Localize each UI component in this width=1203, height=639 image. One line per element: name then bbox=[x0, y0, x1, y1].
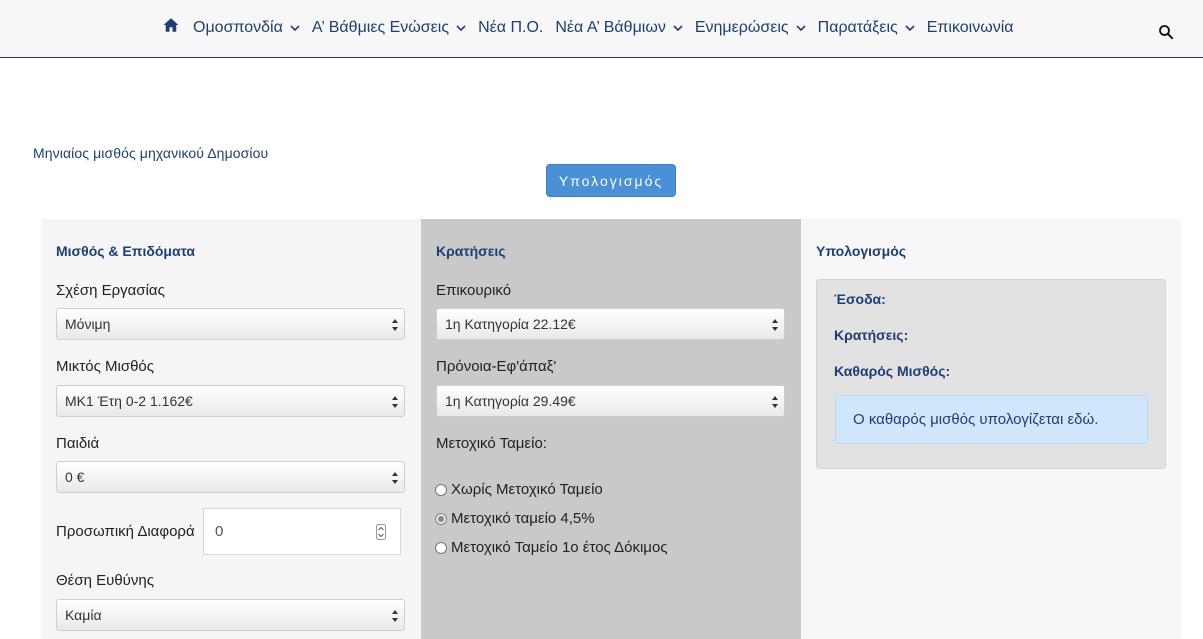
chevron-down-icon bbox=[905, 25, 915, 32]
select-value: 0 € bbox=[65, 469, 85, 485]
calculation-panel: Υπολογισμός Έσοδα: Κρατήσεις: Καθαρός Μι… bbox=[801, 219, 1181, 639]
auxiliary-select[interactable]: 1η Κατηγορία 22.12€ bbox=[436, 308, 785, 340]
nav-item-federation[interactable]: Ομοσπονδία bbox=[193, 19, 300, 37]
nav-item-label: Νέα Α’ Βάθμιων bbox=[555, 19, 666, 36]
radio-fund-first-year[interactable]: Μετοχικό Ταμείο 1ο έτος Δόκιμος bbox=[435, 539, 668, 556]
net-salary-label: Καθαρός Μισθός: bbox=[834, 363, 951, 379]
nav-item-contact[interactable]: Επικοινωνία bbox=[927, 19, 1014, 37]
result-box: Έσοδα: Κρατήσεις: Καθαρός Μισθός: Ο καθα… bbox=[816, 279, 1166, 469]
personal-difference-label: Προσωπική Διαφορά bbox=[56, 523, 195, 540]
children-label: Παιδιά bbox=[56, 435, 100, 452]
select-arrows-icon bbox=[392, 472, 398, 484]
salary-allowances-panel: Μισθός & Επιδόματα Σχέση Εργασίας Μόνιμη… bbox=[41, 219, 421, 639]
select-value: ΜΚ1 Έτη 0-2 1.162€ bbox=[65, 393, 193, 409]
select-arrows-icon bbox=[772, 396, 778, 408]
radio-label: Χωρίς Μετοχικό Ταμείο bbox=[451, 481, 603, 498]
personal-difference-input[interactable]: 0 bbox=[203, 508, 401, 555]
select-arrows-icon bbox=[392, 319, 398, 331]
deductions-panel: Κρατήσεις Επικουρικό 1η Κατηγορία 22.12€… bbox=[421, 219, 801, 639]
select-arrows-icon bbox=[772, 319, 778, 331]
gross-salary-label: Μικτός Μισθός bbox=[56, 358, 154, 375]
income-label: Έσοδα: bbox=[834, 291, 886, 307]
pronoia-label: Πρόνοια-Εφ'άπαξ' bbox=[436, 358, 557, 375]
select-value: 1η Κατηγορία 29.49€ bbox=[445, 393, 576, 409]
top-navbar: Ομοσπονδία Α’ Βάθμιες Ενώσεις Νέα Π.Ο. Ν… bbox=[0, 0, 1203, 58]
chevron-down-icon bbox=[290, 25, 300, 32]
nav-item-label: Α’ Βάθμιες Ενώσεις bbox=[311, 19, 450, 36]
children-select[interactable]: 0 € bbox=[56, 461, 405, 493]
deductions-label: Κρατήσεις: bbox=[834, 327, 909, 343]
select-arrows-icon bbox=[392, 610, 398, 622]
select-value: 1η Κατηγορία 22.12€ bbox=[445, 316, 576, 332]
position-label: Θέση Ευθύνης bbox=[56, 572, 154, 589]
nav-item-news-po[interactable]: Νέα Π.Ο. bbox=[478, 19, 543, 37]
nav-item-label: Παρατάξεις bbox=[817, 19, 898, 36]
nav-item-unions[interactable]: Α’ Βάθμιες Ενώσεις bbox=[312, 19, 466, 37]
select-value: Καμία bbox=[65, 607, 102, 623]
auxiliary-label: Επικουρικό bbox=[436, 282, 512, 299]
radio-button[interactable] bbox=[435, 541, 447, 554]
nav-item-label: Ενημερώσεις bbox=[694, 19, 789, 36]
home-icon[interactable] bbox=[162, 16, 180, 34]
input-value: 0 bbox=[215, 523, 224, 540]
gross-salary-select[interactable]: ΜΚ1 Έτη 0-2 1.162€ bbox=[56, 385, 405, 417]
section-title: Κρατήσεις bbox=[436, 243, 506, 259]
radio-no-fund[interactable]: Χωρίς Μετοχικό Ταμείο bbox=[435, 481, 603, 498]
section-title: Μισθός & Επιδόματα bbox=[56, 243, 196, 259]
share-fund-label: Μετοχικό Ταμείο: bbox=[436, 435, 547, 452]
select-value: Μόνιμη bbox=[65, 316, 111, 332]
pronoia-select[interactable]: 1η Κατηγορία 29.49€ bbox=[436, 385, 785, 417]
radio-fund-4-5[interactable]: Μετοχικό ταμείο 4,5% bbox=[435, 510, 595, 527]
search-icon[interactable] bbox=[1157, 23, 1175, 41]
section-title: Υπολογισμός bbox=[816, 243, 907, 259]
radio-label: Μετοχικό ταμείο 4,5% bbox=[451, 510, 595, 527]
calculate-button[interactable]: Υπολογισμός bbox=[546, 164, 676, 197]
employment-label: Σχέση Εργασίας bbox=[56, 282, 165, 299]
radio-button[interactable] bbox=[435, 512, 447, 525]
position-select[interactable]: Καμία bbox=[56, 599, 405, 631]
nav-item-news-unions[interactable]: Νέα Α’ Βάθμιων bbox=[555, 19, 683, 37]
chevron-down-icon bbox=[673, 25, 683, 32]
radio-button[interactable] bbox=[435, 483, 447, 496]
net-salary-info: Ο καθαρός μισθός υπολογίζεται εδώ. bbox=[835, 395, 1148, 444]
radio-label: Μετοχικό Ταμείο 1ο έτος Δόκιμος bbox=[451, 539, 668, 556]
employment-select[interactable]: Μόνιμη bbox=[56, 308, 405, 340]
nav-item-updates[interactable]: Ενημερώσεις bbox=[695, 19, 806, 37]
nav-menu: Ομοσπονδία Α’ Βάθμιες Ενώσεις Νέα Π.Ο. Ν… bbox=[193, 17, 1026, 39]
chevron-down-icon bbox=[456, 25, 466, 32]
chevron-down-icon bbox=[796, 25, 806, 32]
nav-item-label: Ομοσπονδία bbox=[193, 19, 283, 36]
nav-item-factions[interactable]: Παρατάξεις bbox=[818, 19, 915, 37]
page-title-link[interactable]: Μηνιαίος μισθός μηχανικού Δημοσίου bbox=[33, 145, 268, 161]
nav-item-label: Νέα Π.Ο. bbox=[478, 19, 544, 36]
nav-item-label: Επικοινωνία bbox=[926, 19, 1014, 36]
select-arrows-icon bbox=[392, 396, 398, 408]
stepper-icon[interactable] bbox=[376, 524, 386, 540]
